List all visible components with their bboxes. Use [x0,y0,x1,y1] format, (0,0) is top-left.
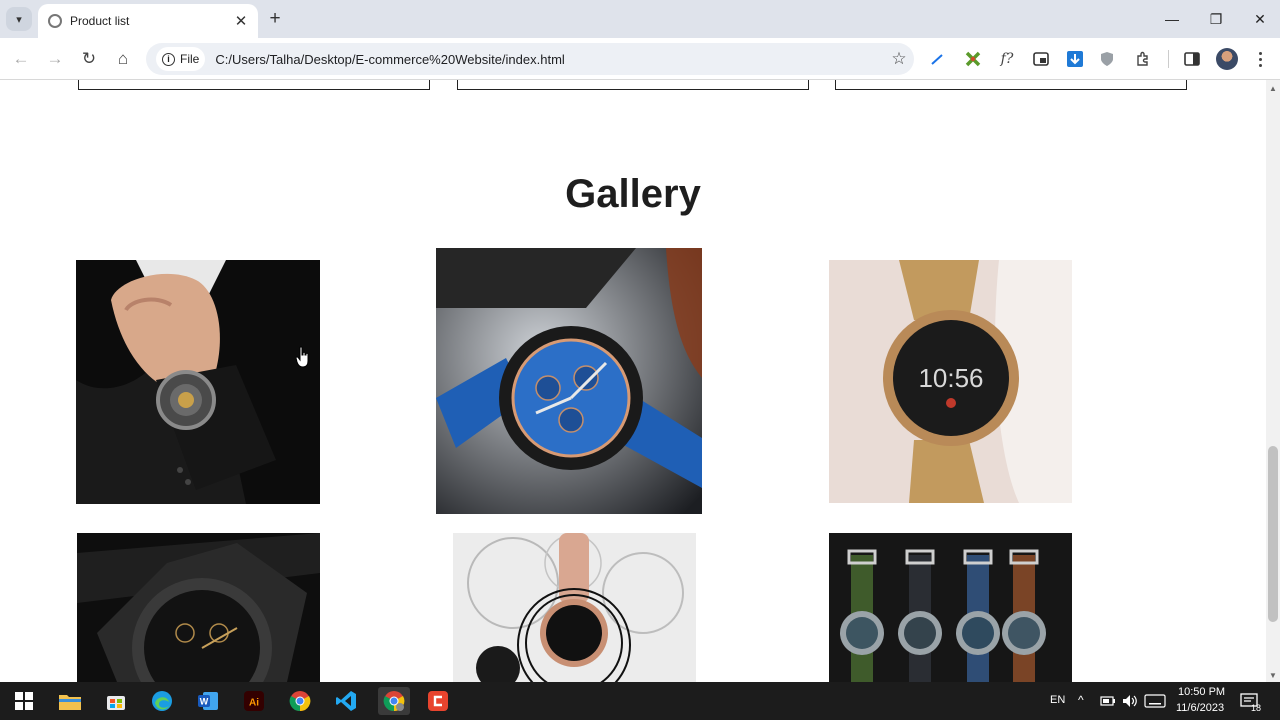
product-card-bottom-1 [78,80,430,90]
windows-start-icon[interactable] [10,687,38,715]
function-extension-icon[interactable]: f? [996,48,1018,70]
close-window-button[interactable]: ✕ [1238,0,1280,38]
reload-button[interactable]: ↻ [76,46,102,72]
gallery-image-pink-strap-smartwatch[interactable] [453,533,696,682]
side-panel-icon[interactable] [1181,48,1203,70]
shield-extension-icon[interactable] [1096,48,1118,70]
product-card-bottom-3 [835,80,1187,90]
home-button[interactable]: ⌂ [110,46,136,72]
scroll-down-arrow-icon[interactable]: ▼ [1269,671,1277,680]
tab-search-button[interactable]: ▾ [6,7,32,31]
gallery-image-rose-gold-smartwatch[interactable]: 10:56 [829,260,1072,503]
illustrator-icon[interactable]: Ai [240,687,268,715]
info-icon: i [162,52,175,66]
browser-toolbar: ← → ↻ ⌂ i File C:/Users/Talha/Desktop/E-… [0,38,1280,80]
site-info-label: File [180,52,200,66]
address-bar[interactable]: i File C:/Users/Talha/Desktop/E-commerce… [146,43,914,75]
word-icon[interactable]: W [194,687,222,715]
screen-recorder-icon[interactable] [424,687,452,715]
keyboard-icon[interactable] [1144,694,1166,708]
restore-button[interactable]: ❐ [1194,0,1238,38]
tab-title: Product list [70,14,130,28]
show-hidden-icons-chevron-icon[interactable]: ^ [1078,693,1084,707]
close-tab-icon[interactable]: ✕ [232,12,250,30]
forward-button[interactable]: → [42,46,68,72]
tab-strip: ▾ Product list ✕ + — ❐ ✕ [0,0,1280,38]
language-indicator[interactable]: EN [1050,694,1065,706]
scroll-up-arrow-icon[interactable]: ▲ [1269,84,1277,93]
chrome-profile-icon-active[interactable] [378,687,410,715]
edge-browser-icon[interactable] [148,687,176,715]
page-viewport: Gallery 10:56 [0,80,1266,682]
new-tab-button[interactable]: + [264,8,286,30]
volume-icon[interactable] [1122,694,1138,708]
battery-icon[interactable] [1100,695,1116,707]
site-info-chip[interactable]: i File [156,47,206,71]
pen-extension-icon[interactable] [926,48,948,70]
globe-icon [48,14,62,28]
puzzle-color-extension-icon[interactable] [962,48,984,70]
notification-count: 18 [1251,703,1262,713]
picture-in-picture-icon[interactable] [1030,48,1052,70]
file-explorer-icon[interactable] [56,687,84,715]
extensions-puzzle-icon[interactable] [1132,48,1154,70]
url-text[interactable]: C:/Users/Talha/Desktop/E-commerce%20Webs… [215,52,884,67]
back-button[interactable]: ← [8,46,34,72]
taskbar-time[interactable]: 10:50 PM [1178,686,1225,698]
vscode-icon[interactable] [332,687,360,715]
microsoft-store-icon[interactable] [102,687,130,715]
windows-taskbar: W Ai EN ^ 10:50 PM 11/6/2023 18 [0,682,1280,720]
taskbar-date[interactable]: 11/6/2023 [1176,702,1224,714]
gallery-heading: Gallery [565,172,701,216]
tab-product-list[interactable]: Product list ✕ [38,4,258,38]
svg-text:Ai: Ai [249,698,259,709]
bookmark-star-icon[interactable]: ☆ [884,49,914,69]
hand-cursor-icon [296,346,309,368]
toolbar-separator [1168,50,1169,68]
svg-text:W: W [200,697,209,707]
chrome-icon[interactable] [286,687,314,715]
more-menu-icon[interactable] [1250,48,1270,70]
gallery-image-leather-strap-set[interactable] [829,533,1072,682]
gallery-image-blue-chronograph[interactable] [436,248,702,514]
gallery-image-black-dial-watch[interactable] [77,533,320,682]
product-card-bottom-2 [457,80,809,90]
page-scrollbar[interactable]: ▲ ▼ [1266,80,1280,682]
profile-avatar[interactable] [1216,48,1238,70]
minimize-button[interactable]: — [1150,0,1194,38]
gallery-image-watch-on-wrist[interactable] [76,260,320,504]
scrollbar-thumb[interactable] [1268,446,1278,622]
download-extension-icon[interactable] [1064,48,1086,70]
smartwatch-time: 10:56 [918,363,983,393]
